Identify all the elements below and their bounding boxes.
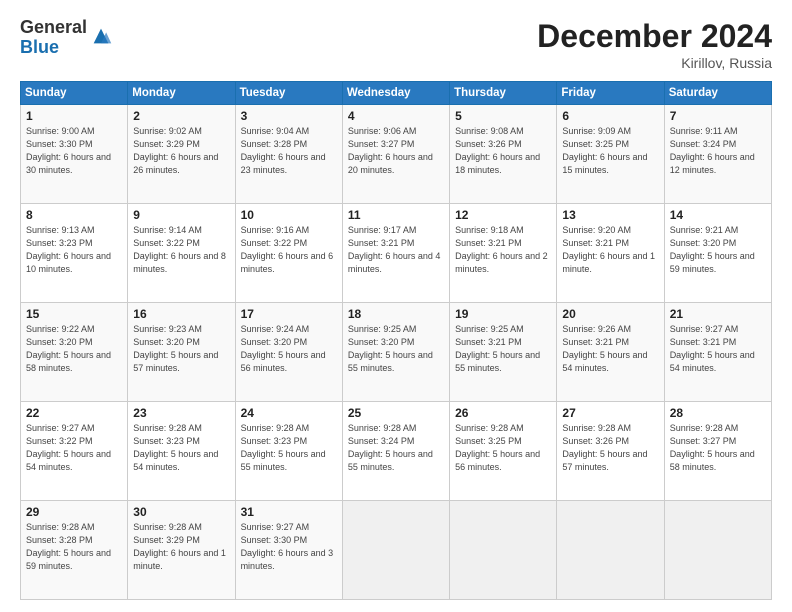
location: Kirillov, Russia [537,55,772,71]
calendar-day-7: 7Sunrise: 9:11 AMSunset: 3:24 PMDaylight… [664,105,771,204]
calendar-day-8: 8Sunrise: 9:13 AMSunset: 3:23 PMDaylight… [21,204,128,303]
calendar-header-thursday: Thursday [450,82,557,105]
calendar-day-empty-4-3 [342,501,449,600]
calendar-day-empty-4-4 [450,501,557,600]
logo-general: General [20,18,87,38]
calendar-day-2: 2Sunrise: 9:02 AMSunset: 3:29 PMDaylight… [128,105,235,204]
calendar-header-saturday: Saturday [664,82,771,105]
month-title: December 2024 [537,18,772,55]
calendar-week-2: 15Sunrise: 9:22 AMSunset: 3:20 PMDayligh… [21,303,772,402]
calendar-day-19: 19Sunrise: 9:25 AMSunset: 3:21 PMDayligh… [450,303,557,402]
calendar-day-29: 29Sunrise: 9:28 AMSunset: 3:28 PMDayligh… [21,501,128,600]
calendar-day-26: 26Sunrise: 9:28 AMSunset: 3:25 PMDayligh… [450,402,557,501]
calendar-day-21: 21Sunrise: 9:27 AMSunset: 3:21 PMDayligh… [664,303,771,402]
calendar-day-25: 25Sunrise: 9:28 AMSunset: 3:24 PMDayligh… [342,402,449,501]
calendar-day-3: 3Sunrise: 9:04 AMSunset: 3:28 PMDaylight… [235,105,342,204]
calendar-day-22: 22Sunrise: 9:27 AMSunset: 3:22 PMDayligh… [21,402,128,501]
logo-blue: Blue [20,38,87,58]
calendar-day-4: 4Sunrise: 9:06 AMSunset: 3:27 PMDaylight… [342,105,449,204]
calendar-week-4: 29Sunrise: 9:28 AMSunset: 3:28 PMDayligh… [21,501,772,600]
calendar-header-friday: Friday [557,82,664,105]
calendar-day-24: 24Sunrise: 9:28 AMSunset: 3:23 PMDayligh… [235,402,342,501]
calendar-day-15: 15Sunrise: 9:22 AMSunset: 3:20 PMDayligh… [21,303,128,402]
calendar-day-5: 5Sunrise: 9:08 AMSunset: 3:26 PMDaylight… [450,105,557,204]
calendar-day-6: 6Sunrise: 9:09 AMSunset: 3:25 PMDaylight… [557,105,664,204]
calendar-day-9: 9Sunrise: 9:14 AMSunset: 3:22 PMDaylight… [128,204,235,303]
calendar-day-28: 28Sunrise: 9:28 AMSunset: 3:27 PMDayligh… [664,402,771,501]
calendar-week-3: 22Sunrise: 9:27 AMSunset: 3:22 PMDayligh… [21,402,772,501]
calendar-header-row: SundayMondayTuesdayWednesdayThursdayFrid… [21,82,772,105]
calendar-day-11: 11Sunrise: 9:17 AMSunset: 3:21 PMDayligh… [342,204,449,303]
logo: General Blue [20,18,112,58]
calendar-day-30: 30Sunrise: 9:28 AMSunset: 3:29 PMDayligh… [128,501,235,600]
calendar-header-tuesday: Tuesday [235,82,342,105]
calendar-day-17: 17Sunrise: 9:24 AMSunset: 3:20 PMDayligh… [235,303,342,402]
calendar-header-wednesday: Wednesday [342,82,449,105]
calendar-week-1: 8Sunrise: 9:13 AMSunset: 3:23 PMDaylight… [21,204,772,303]
calendar-header-sunday: Sunday [21,82,128,105]
calendar-day-14: 14Sunrise: 9:21 AMSunset: 3:20 PMDayligh… [664,204,771,303]
calendar-day-empty-4-5 [557,501,664,600]
calendar-day-empty-4-6 [664,501,771,600]
calendar-day-31: 31Sunrise: 9:27 AMSunset: 3:30 PMDayligh… [235,501,342,600]
calendar-day-10: 10Sunrise: 9:16 AMSunset: 3:22 PMDayligh… [235,204,342,303]
title-block: December 2024 Kirillov, Russia [537,18,772,71]
calendar-day-13: 13Sunrise: 9:20 AMSunset: 3:21 PMDayligh… [557,204,664,303]
calendar-day-16: 16Sunrise: 9:23 AMSunset: 3:20 PMDayligh… [128,303,235,402]
calendar-day-18: 18Sunrise: 9:25 AMSunset: 3:20 PMDayligh… [342,303,449,402]
calendar-day-23: 23Sunrise: 9:28 AMSunset: 3:23 PMDayligh… [128,402,235,501]
calendar-header-monday: Monday [128,82,235,105]
page-header: General Blue December 2024 Kirillov, Rus… [20,18,772,71]
calendar-day-12: 12Sunrise: 9:18 AMSunset: 3:21 PMDayligh… [450,204,557,303]
calendar-day-1: 1Sunrise: 9:00 AMSunset: 3:30 PMDaylight… [21,105,128,204]
calendar-table: SundayMondayTuesdayWednesdayThursdayFrid… [20,81,772,600]
logo-icon [90,25,112,47]
calendar-day-27: 27Sunrise: 9:28 AMSunset: 3:26 PMDayligh… [557,402,664,501]
calendar-day-20: 20Sunrise: 9:26 AMSunset: 3:21 PMDayligh… [557,303,664,402]
calendar-week-0: 1Sunrise: 9:00 AMSunset: 3:30 PMDaylight… [21,105,772,204]
